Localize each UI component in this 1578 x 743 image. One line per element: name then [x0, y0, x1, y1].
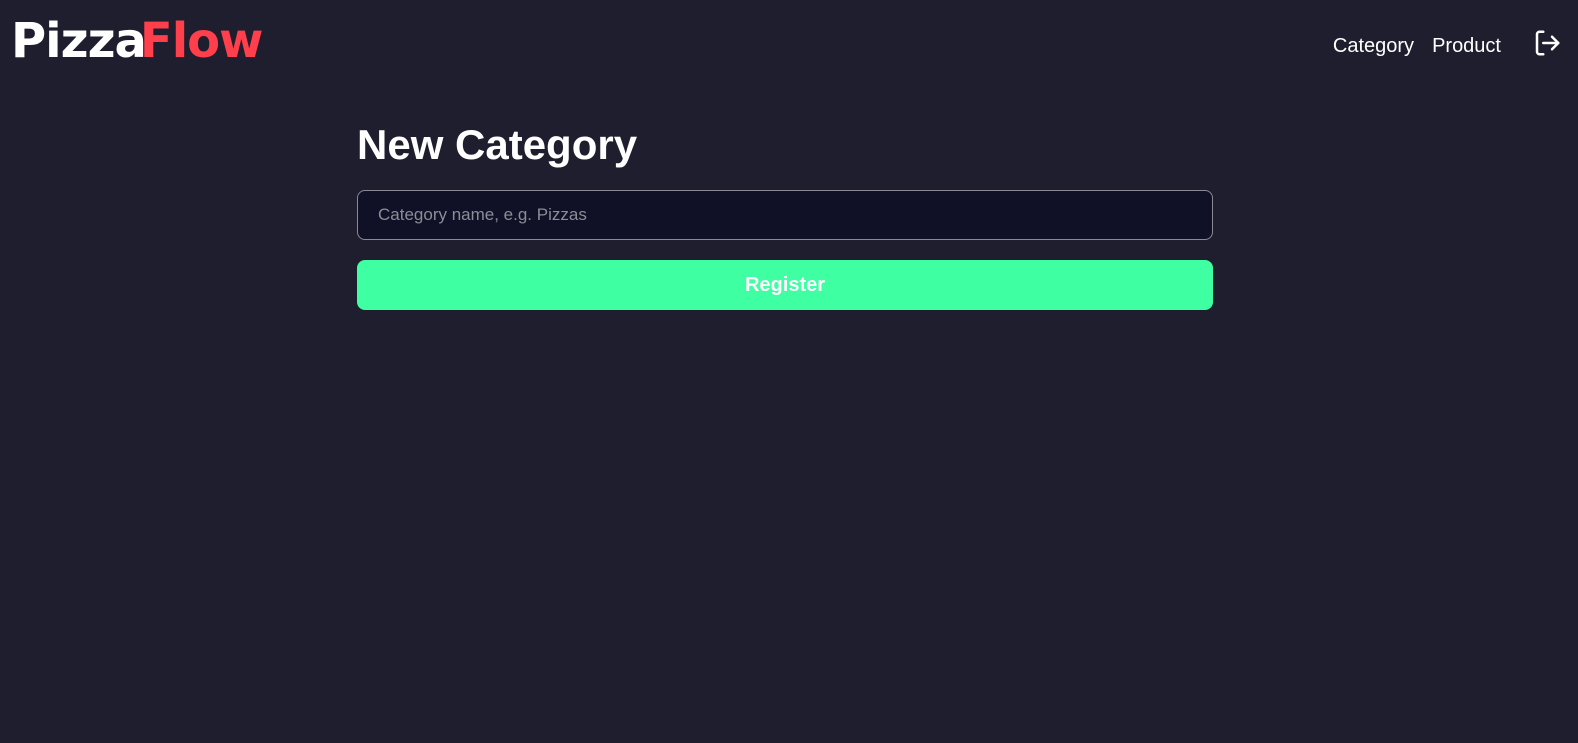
- main-nav: Category Product: [1333, 32, 1501, 60]
- logo-text-pizza: Pizza: [11, 13, 147, 69]
- app-header: Pizza Flow Category Product: [0, 0, 1578, 92]
- register-button[interactable]: Register: [357, 260, 1213, 310]
- category-name-input[interactable]: [357, 190, 1213, 240]
- nav-link-category[interactable]: Category: [1333, 32, 1414, 60]
- logo[interactable]: Pizza Flow: [11, 8, 264, 74]
- logout-button[interactable]: [1532, 28, 1562, 58]
- nav-link-product[interactable]: Product: [1432, 32, 1501, 60]
- new-category-form: New Category Register: [357, 116, 1213, 310]
- logo-text-flow: Flow: [139, 13, 264, 69]
- logout-icon: [1535, 30, 1560, 56]
- page-title: New Category: [357, 121, 638, 168]
